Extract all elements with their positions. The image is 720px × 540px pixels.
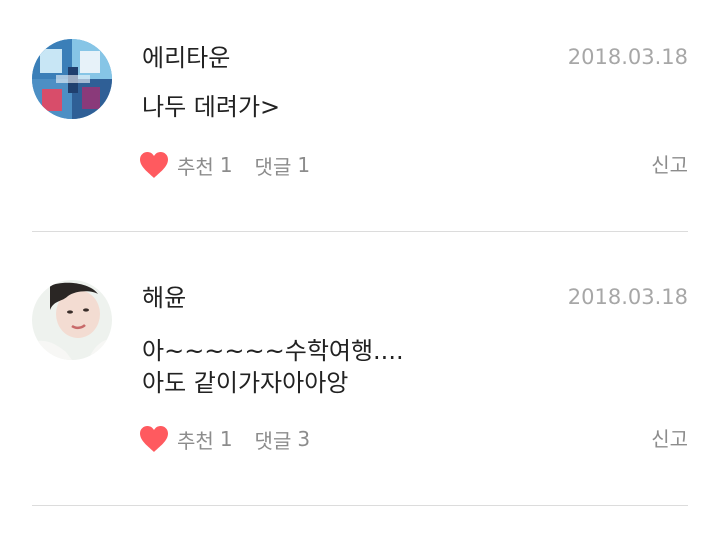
- reply-count: 1: [297, 153, 311, 177]
- comment-date: 2018.03.18: [567, 285, 688, 309]
- like-label[interactable]: 추천: [177, 151, 214, 180]
- like-count: 1: [219, 427, 233, 451]
- like-label[interactable]: 추천: [177, 425, 214, 454]
- comment-item: 에리타운 2018.03.18 나두 데려가> 추천 1 댓글 1 신고: [0, 0, 720, 232]
- like-count: 1: [219, 153, 233, 177]
- comment-body-line: 아도 같이가자아아앙: [142, 369, 349, 397]
- reply-button[interactable]: 댓글: [255, 151, 292, 180]
- reply-count: 3: [297, 427, 311, 451]
- comment-item: 해윤 2018.03.18 아~~~~~~수학여행.... 아도 같이가자아아앙…: [0, 232, 720, 506]
- comment-actions: 추천 1 댓글 1: [139, 149, 310, 181]
- divider: [32, 505, 688, 506]
- report-button[interactable]: 신고: [651, 149, 688, 181]
- comment-body-line: 아~~~~~~수학여행....: [142, 337, 404, 365]
- comment-body-line: 나두 데려가>: [142, 93, 281, 121]
- reply-button[interactable]: 댓글: [255, 425, 292, 454]
- avatar-image: [32, 280, 112, 360]
- avatar[interactable]: [32, 280, 112, 360]
- avatar[interactable]: [32, 39, 112, 119]
- comment-author[interactable]: 해윤: [142, 283, 186, 313]
- heart-icon[interactable]: [139, 425, 169, 453]
- comment-body: 나두 데려가>: [142, 91, 562, 123]
- comment-list: 에리타운 2018.03.18 나두 데려가> 추천 1 댓글 1 신고 해윤 …: [0, 0, 720, 540]
- comment-author[interactable]: 에리타운: [142, 43, 230, 73]
- heart-icon[interactable]: [139, 151, 169, 179]
- report-button[interactable]: 신고: [651, 423, 688, 455]
- avatar-image: [32, 39, 112, 119]
- comment-body: 아~~~~~~수학여행.... 아도 같이가자아아앙: [142, 335, 562, 399]
- comment-actions: 추천 1 댓글 3: [139, 423, 310, 455]
- comment-date: 2018.03.18: [567, 45, 688, 69]
